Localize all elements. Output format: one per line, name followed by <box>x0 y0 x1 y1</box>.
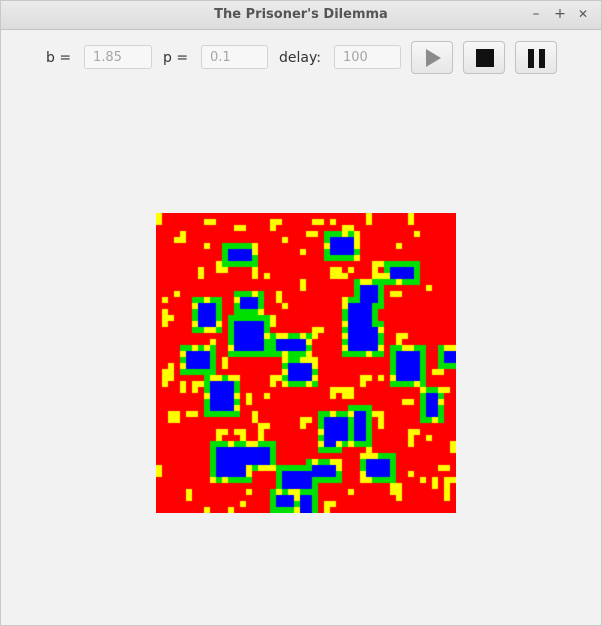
p-input[interactable] <box>201 45 268 69</box>
title-bar[interactable]: The Prisoner's Dilemma – + ✕ <box>1 1 601 30</box>
app-window: The Prisoner's Dilemma – + ✕ b = p = del… <box>0 0 602 626</box>
simulation-grid <box>156 213 456 513</box>
b-input[interactable] <box>84 45 152 69</box>
pause-icon <box>528 49 545 68</box>
play-icon <box>426 49 441 67</box>
p-label: p = <box>163 50 189 66</box>
stop-icon <box>476 49 494 67</box>
delay-input[interactable] <box>334 45 401 69</box>
maximize-button[interactable]: + <box>551 5 569 23</box>
pause-button[interactable] <box>515 41 557 74</box>
minimize-button[interactable]: – <box>527 5 545 23</box>
play-button[interactable] <box>411 41 453 74</box>
close-button[interactable]: ✕ <box>574 5 592 23</box>
window-title: The Prisoner's Dilemma <box>214 7 388 22</box>
stop-button[interactable] <box>463 41 505 74</box>
delay-label: delay: <box>279 50 321 66</box>
b-label: b = <box>46 50 72 66</box>
